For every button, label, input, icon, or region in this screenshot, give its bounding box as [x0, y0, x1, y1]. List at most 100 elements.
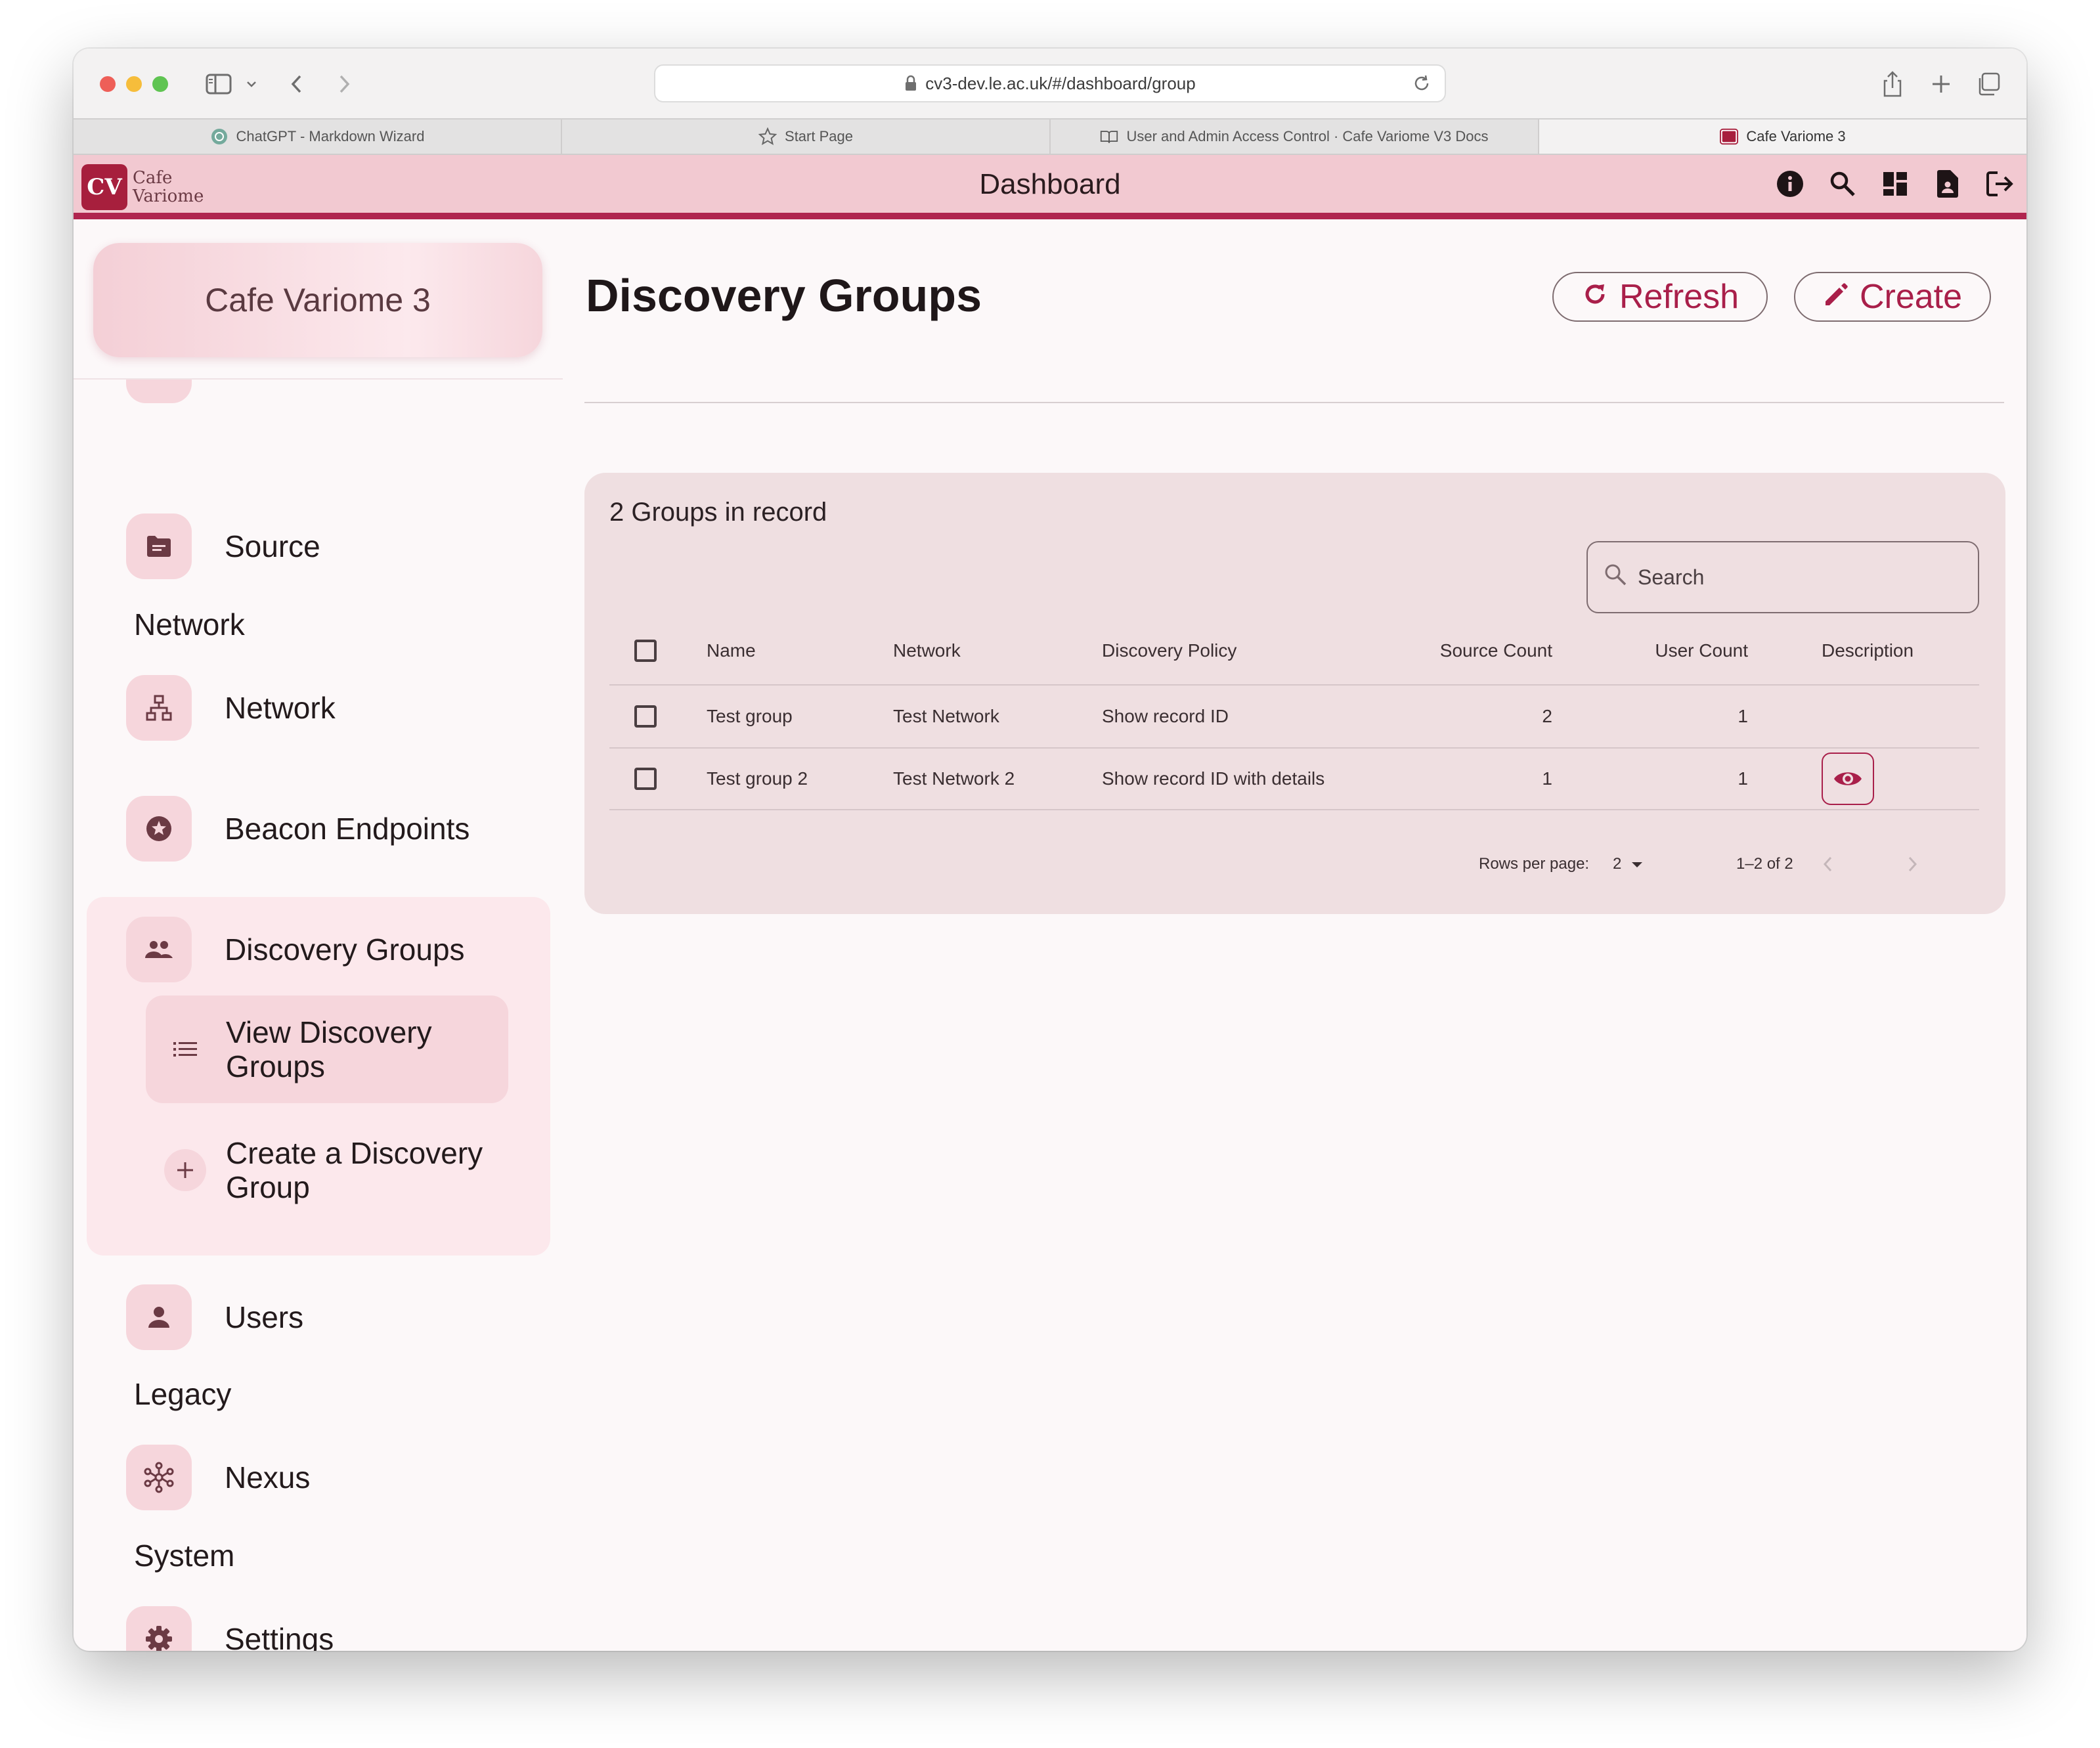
cell-discovery-policy: Show record ID with details [1102, 768, 1325, 789]
eye-icon [1834, 772, 1862, 785]
sidebar: Cafe Variome 3 Source Network Network Be… [74, 226, 563, 1651]
network-tree-icon [126, 675, 192, 741]
address-bar[interactable]: cv3-dev.le.ac.uk/#/dashboard/group [654, 64, 1446, 102]
folder-icon [126, 513, 192, 579]
col-header-name[interactable]: Name [707, 617, 756, 684]
table-row[interactable]: Test group 2 Test Network 2 Show record … [609, 747, 1979, 810]
close-window-button[interactable] [100, 76, 116, 92]
table-row[interactable]: Test group Test Network Show record ID 2… [609, 684, 1979, 747]
create-button[interactable]: Create [1794, 272, 1991, 322]
lock-icon [904, 75, 917, 92]
reload-icon[interactable] [1412, 74, 1432, 93]
prev-page-button[interactable] [1822, 844, 1835, 884]
select-all-checkbox[interactable] [634, 640, 657, 662]
sidebar-item-beacon-endpoints[interactable]: Beacon Endpoints [126, 796, 470, 862]
search-input[interactable] [1638, 565, 1953, 590]
browser-window: cv3-dev.le.ac.uk/#/dashboard/group ChatG… [74, 49, 2026, 1651]
logout-icon[interactable] [1984, 168, 2016, 200]
info-icon[interactable] [1774, 168, 1806, 200]
refresh-icon [1581, 277, 1609, 317]
col-header-discovery-policy[interactable]: Discovery Policy [1102, 617, 1236, 684]
brand-card[interactable]: Cafe Variome 3 [93, 243, 542, 357]
next-page-button[interactable] [1906, 844, 1919, 884]
sidebar-item-discovery-groups[interactable]: Discovery Groups [126, 917, 465, 982]
section-label-network: Network [134, 607, 245, 642]
rows-per-page-label: Rows per page: [1479, 855, 1590, 873]
chatgpt-icon [210, 127, 229, 146]
search-icon[interactable] [1827, 168, 1858, 200]
sidebar-toggle-icon[interactable] [202, 67, 235, 101]
cv-favicon [1720, 127, 1739, 146]
rows-per-page-select[interactable]: 2 [1613, 844, 1644, 884]
col-header-network[interactable]: Network [893, 617, 961, 684]
cell-user-count: 1 [1738, 706, 1748, 726]
header-divider [584, 402, 2004, 403]
sidebar-item-view-discovery-groups[interactable]: View Discovery Groups [146, 995, 508, 1103]
list-icon [164, 1028, 206, 1070]
sidebar-item-users[interactable]: Users [126, 1284, 303, 1350]
col-header-source-count[interactable]: Source Count [1384, 617, 1552, 684]
caret-down-icon [1630, 855, 1644, 873]
refresh-button[interactable]: Refresh [1552, 272, 1768, 322]
record-count: 2 Groups in record [609, 498, 827, 527]
app-title: Dashboard [979, 168, 1121, 200]
sidebar-item-settings[interactable]: Settings [126, 1606, 334, 1651]
col-header-description[interactable]: Description [1822, 617, 1914, 684]
sidebar-item-source[interactable]: Source [126, 513, 320, 579]
row-select-cell [634, 686, 657, 747]
page-range: 1–2 of 2 [1736, 855, 1793, 873]
sidebar-item-create-discovery-group[interactable]: Create a Discovery Group [146, 1116, 508, 1224]
people-icon [126, 917, 192, 982]
pencil-icon [1823, 277, 1849, 317]
view-description-button[interactable] [1822, 753, 1874, 805]
page-title: Discovery Groups [586, 270, 982, 321]
cell-name: Test group [707, 706, 793, 726]
chevron-down-icon[interactable] [242, 67, 261, 101]
app-actions [1774, 168, 2016, 200]
select-all-cell [634, 617, 657, 684]
row-select-cell [634, 749, 657, 809]
tab-cafe-variome[interactable]: Cafe Variome 3 [1539, 120, 2026, 154]
cell-source-count: 1 [1542, 768, 1552, 789]
dashboard-icon[interactable] [1879, 168, 1911, 200]
section-label-system: System [134, 1539, 235, 1573]
row-checkbox[interactable] [634, 768, 657, 790]
chevron-left-icon [1823, 856, 1832, 872]
cell-network: Test Network 2 [893, 768, 1015, 789]
cell-user-count: 1 [1738, 768, 1748, 789]
cell-description [1822, 749, 1874, 809]
tab-overview-icon[interactable] [1974, 67, 2003, 101]
tab-start-page[interactable]: Start Page [562, 120, 1051, 154]
main-content: Discovery Groups Refresh Create 2 Groups… [584, 226, 2026, 1651]
scrolled-nav-item [126, 380, 192, 403]
back-arrow-icon[interactable] [284, 67, 310, 101]
zoom-window-button[interactable] [152, 76, 168, 92]
groups-card: 2 Groups in record Name Network Discover… [584, 473, 2005, 914]
cell-discovery-policy: Show record ID [1102, 706, 1229, 726]
groups-table: Name Network Discovery Policy Source Cou… [609, 617, 1979, 810]
section-label-legacy: Legacy [134, 1377, 232, 1411]
share-icon[interactable] [1878, 67, 1907, 101]
row-checkbox[interactable] [634, 705, 657, 728]
cell-name: Test group 2 [707, 768, 808, 789]
tab-chatgpt[interactable]: ChatGPT - Markdown Wizard [74, 120, 562, 154]
sidebar-item-nexus[interactable]: Nexus [126, 1445, 310, 1510]
new-tab-icon[interactable] [1927, 67, 1956, 101]
cell-source-count: 2 [1542, 706, 1552, 726]
plus-icon [164, 1149, 206, 1191]
discovery-groups-expanded: Discovery Groups View Discovery Groups C… [87, 897, 550, 1256]
minimize-window-button[interactable] [126, 76, 142, 92]
book-icon [1100, 127, 1118, 146]
search-field[interactable] [1586, 541, 1979, 613]
col-header-user-count[interactable]: User Count [1581, 617, 1748, 684]
star-badge-icon [126, 796, 192, 862]
sidebar-item-network[interactable]: Network [126, 675, 336, 741]
person-icon [126, 1284, 192, 1350]
cell-network: Test Network [893, 706, 999, 726]
gear-icon [126, 1606, 192, 1651]
star-icon [758, 127, 777, 146]
tab-strip: ChatGPT - Markdown Wizard Start Page Use… [74, 118, 2026, 155]
forward-arrow-icon[interactable] [331, 67, 357, 101]
document-icon[interactable] [1932, 168, 1963, 200]
tab-docs[interactable]: User and Admin Access Control · Cafe Var… [1051, 120, 1539, 154]
